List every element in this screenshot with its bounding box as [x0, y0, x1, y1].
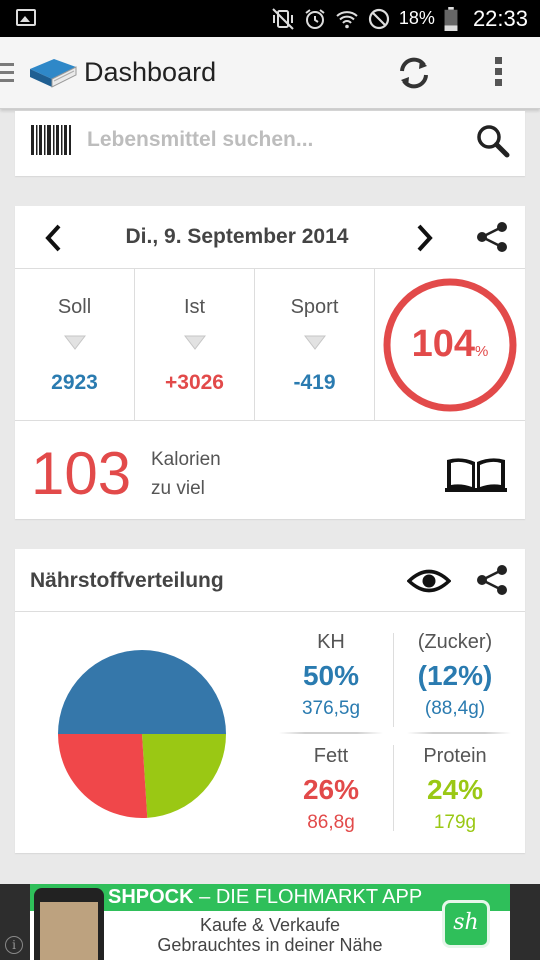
stat-sport[interactable]: Sport -419 — [255, 269, 375, 421]
calorie-card: Di., 9. September 2014 Soll 2923 Ist +30… — [15, 206, 525, 519]
clock: 22:33 — [472, 5, 528, 31]
status-bar: 18% 22:33 — [0, 0, 540, 37]
nutrient-percent: 50% — [302, 660, 360, 691]
percent-sign: % — [475, 343, 489, 360]
stat-label: Sport — [290, 296, 339, 318]
label-line-2: zu viel — [151, 478, 205, 499]
ad-brand: SHPOCK — [108, 886, 194, 908]
calorie-summary: 103 Kalorien zu viel — [15, 421, 525, 519]
page-title: Dashboard — [84, 57, 217, 87]
calorie-difference: 103 — [31, 440, 132, 507]
nutrient-label: (Zucker) — [417, 631, 493, 653]
ad-phone-image — [34, 888, 104, 960]
eye-icon[interactable] — [407, 566, 451, 596]
nutrient-label: Fett — [313, 745, 349, 767]
share-nutrients-button[interactable] — [475, 563, 509, 597]
percent-value: 104 — [411, 323, 476, 365]
action-bar: Dashboard — [0, 37, 540, 109]
stat-value: 2923 — [51, 371, 98, 394]
previous-day-button[interactable] — [39, 222, 69, 254]
triangle-down-icon — [184, 335, 206, 350]
stat-value: -419 — [293, 371, 336, 394]
stat-label: Ist — [183, 296, 206, 318]
triangle-down-icon — [304, 335, 326, 350]
pie-slice-fett — [58, 734, 148, 818]
overflow-menu-button[interactable] — [490, 57, 506, 91]
stat-ist[interactable]: Ist +3026 — [135, 269, 255, 421]
alarm-icon — [305, 8, 325, 29]
vibrate-mute-icon — [272, 7, 294, 30]
ad-banner[interactable]: SHPOCK – DIE FLOHMARKT APP Kaufe & Verka… — [30, 884, 510, 960]
search-card — [15, 111, 525, 176]
ad-info-icon[interactable]: i — [5, 936, 23, 954]
stat-soll[interactable]: Soll 2923 — [15, 269, 135, 421]
share-calories-button[interactable] — [475, 220, 509, 254]
ad-line-2: Gebrauchtes in deiner Nähe — [157, 935, 383, 955]
barcode-scan-button[interactable] — [31, 125, 71, 155]
nutrient-label: KH — [317, 631, 345, 653]
divider — [407, 732, 511, 734]
nutrient-grams: 86,8g — [307, 812, 355, 833]
nutrient-pie-chart — [58, 650, 226, 818]
nutrient-percent: 26% — [302, 774, 360, 805]
calorie-stats: Soll 2923 Ist +3026 Sport -419 104% — [15, 269, 525, 421]
image-notification-icon — [16, 9, 36, 26]
stat-value: +3026 — [165, 371, 224, 394]
battery-icon — [444, 6, 458, 31]
pie-slice-kh — [58, 650, 226, 734]
battery-percent: 18% — [398, 8, 435, 28]
app-logo-book-icon[interactable] — [28, 55, 78, 89]
nutrient-grams: 376,5g — [301, 698, 361, 719]
blocked-icon — [368, 8, 390, 29]
percent-progress-ring: 104% — [375, 269, 525, 421]
divider — [393, 745, 394, 831]
divider — [393, 633, 394, 727]
nutrient-percent: (12%) — [417, 660, 493, 691]
calorie-difference-label: Kalorien zu viel — [151, 445, 221, 503]
divider — [279, 732, 383, 734]
drawer-menu-icon[interactable] — [0, 63, 14, 87]
food-search-input[interactable] — [87, 123, 447, 157]
search-icon[interactable] — [475, 123, 511, 159]
stat-label: Soll — [57, 296, 92, 318]
nutrient-zucker: (Zucker) (12%) (88,4g) — [397, 631, 513, 720]
ad-text: Kaufe & Verkaufe Gebrauchtes in deiner N… — [110, 915, 430, 955]
nutrient-card: Nährstoffverteilung KH 50% 376,5g (Zucke… — [15, 549, 525, 853]
nutrient-fett: Fett 26% 86,8g — [273, 745, 389, 834]
nutrient-title: Nährstoffverteilung — [30, 569, 224, 592]
open-book-icon[interactable] — [445, 454, 507, 494]
pie-slice-protein — [142, 734, 226, 818]
ad-app-logo: sh — [442, 900, 490, 948]
date-label[interactable]: Di., 9. September 2014 — [87, 225, 387, 249]
nutrient-percent: 24% — [426, 774, 484, 805]
ad-banner-area: i SHPOCK – DIE FLOHMARKT APP Kaufe & Ver… — [0, 884, 540, 960]
refresh-button[interactable] — [394, 53, 434, 93]
label-line-1: Kalorien — [151, 449, 221, 470]
nutrient-protein: Protein 24% 179g — [397, 745, 513, 834]
ad-line-1: Kaufe & Verkaufe — [199, 915, 341, 935]
nutrient-kh: KH 50% 376,5g — [273, 631, 389, 720]
nutrient-label: Protein — [423, 745, 487, 767]
nutrient-header: Nährstoffverteilung — [15, 549, 525, 612]
wifi-icon — [336, 10, 358, 28]
percent-label: 104% — [375, 323, 525, 366]
nutrient-grams: 179g — [433, 812, 477, 833]
status-icons: 18% 22:33 — [271, 0, 528, 37]
ad-headline-rest: – DIE FLOHMARKT APP — [193, 886, 423, 908]
nutrient-grams: (88,4g) — [424, 698, 486, 719]
triangle-down-icon — [64, 335, 86, 350]
next-day-button[interactable] — [409, 222, 439, 254]
date-navigation: Di., 9. September 2014 — [15, 206, 525, 269]
